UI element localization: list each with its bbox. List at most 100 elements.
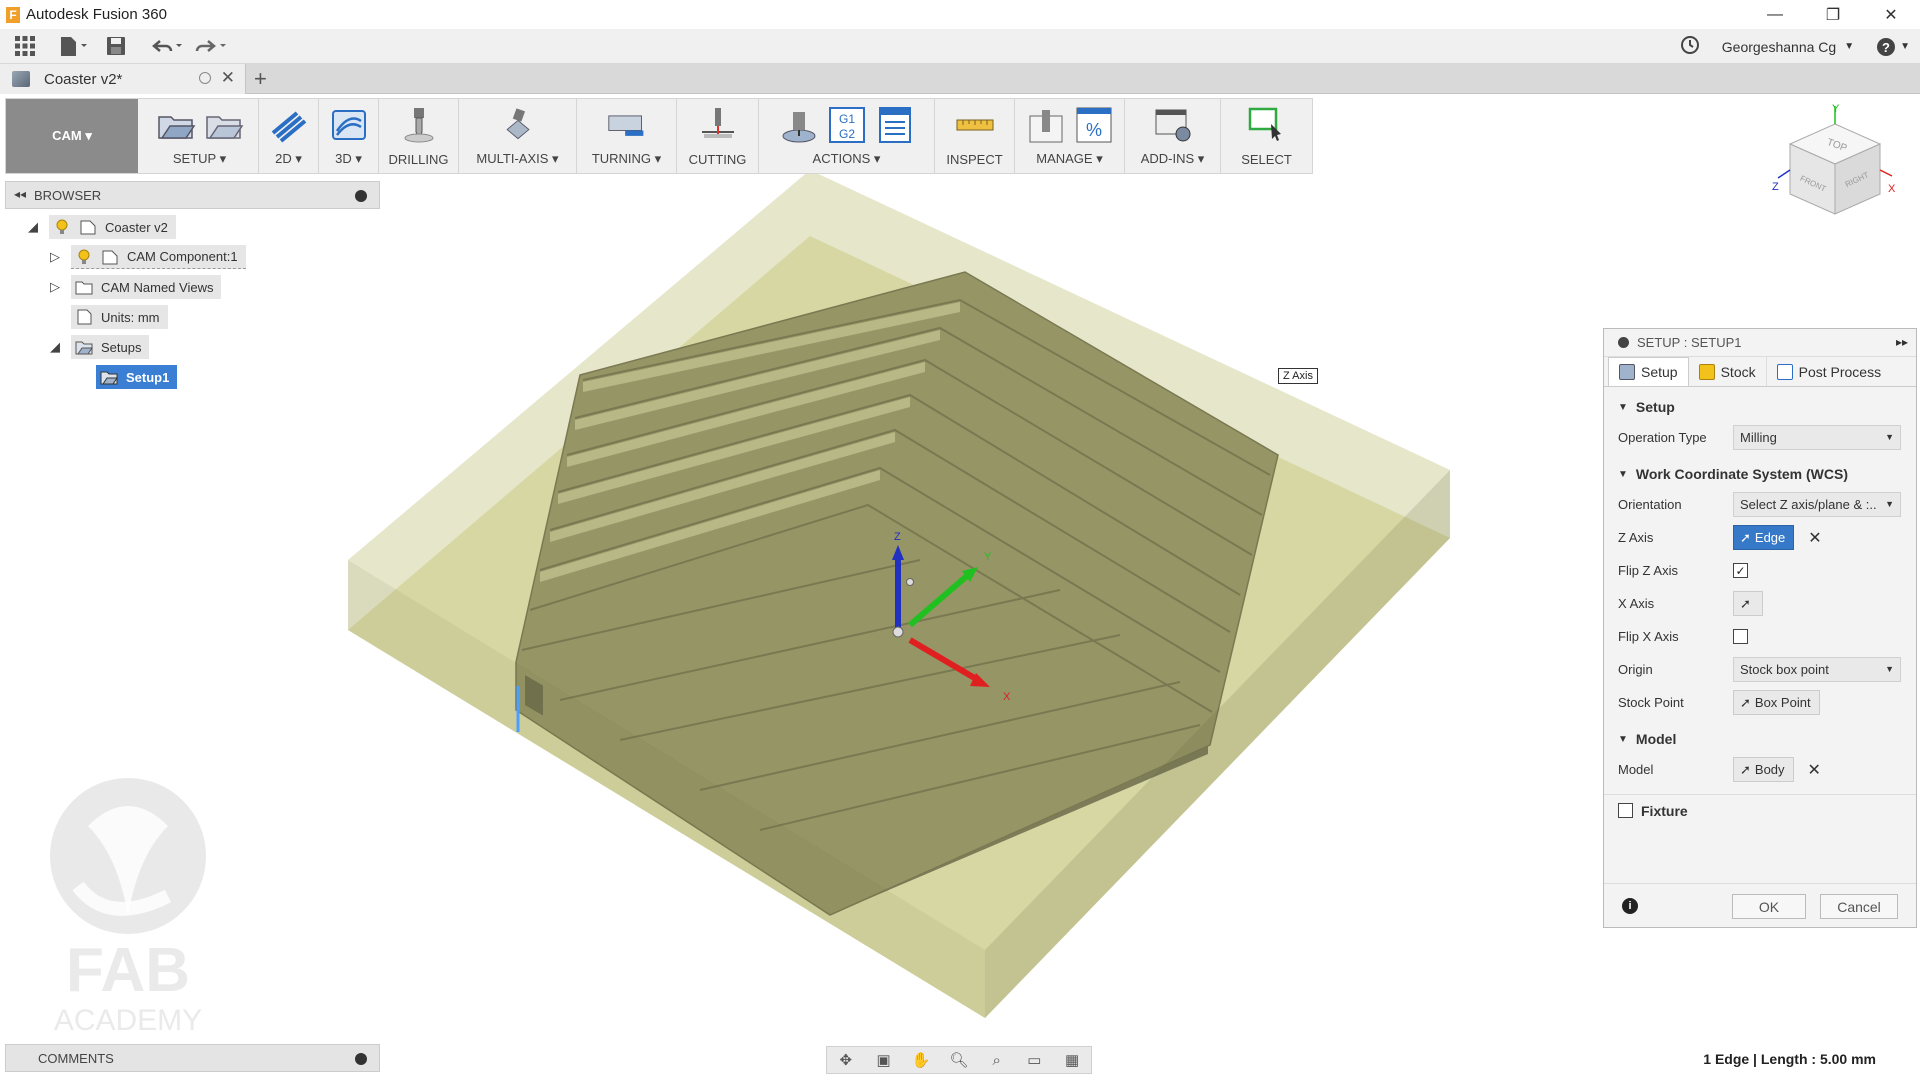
collapse-browser-icon[interactable]: ◂◂	[14, 187, 26, 201]
template-library-icon[interactable]: %	[1074, 105, 1114, 145]
2d-pocket-icon[interactable]	[269, 105, 309, 145]
simulate-icon[interactable]	[779, 105, 819, 145]
turning-icon[interactable]	[607, 105, 647, 145]
collapse-toggle-icon[interactable]: ◢	[25, 219, 41, 235]
clear-z-axis-icon[interactable]: ✕	[1808, 528, 1821, 548]
toolbar-group-inspect[interactable]: INSPECT	[935, 99, 1015, 173]
stock-point-select-button[interactable]: ➚ Box Point	[1733, 690, 1820, 715]
zoom-icon[interactable]: 🔍︎	[948, 1049, 970, 1071]
tree-item-units[interactable]: Units: mm	[63, 304, 168, 330]
viewcube[interactable]: TOP FRONT RIGHT Y X Z	[1770, 102, 1900, 232]
undo-icon[interactable]	[146, 29, 190, 64]
model-select-button[interactable]: ➚ Body	[1733, 757, 1794, 782]
scripts-addins-icon[interactable]	[1153, 105, 1193, 145]
cutting-icon[interactable]	[698, 105, 738, 145]
dialog-header[interactable]: SETUP : SETUP1 ▸▸	[1604, 329, 1916, 357]
close-window-button[interactable]: ✕	[1862, 0, 1920, 29]
section-model[interactable]: ▼ Model	[1604, 725, 1916, 753]
tree-item-setup1[interactable]: Setup1	[88, 364, 178, 390]
lightbulb-icon[interactable]	[53, 219, 71, 235]
look-at-icon[interactable]: ▣	[873, 1049, 895, 1071]
toolbar-group-2d[interactable]: 2D ▾	[259, 99, 319, 173]
toolbar-group-drilling[interactable]: DRILLING	[379, 99, 459, 173]
expand-toggle-icon[interactable]: ▷	[47, 249, 63, 265]
measure-icon[interactable]	[955, 105, 995, 145]
watermark-fab: FAB	[66, 936, 190, 1005]
browser-pin-icon[interactable]	[355, 190, 367, 202]
add-comment-icon[interactable]	[355, 1053, 367, 1065]
navigation-bar: ✥ ▣ ✋ 🔍︎ ⌕ ▭ ▦	[826, 1046, 1092, 1074]
fixture-checkbox[interactable]	[1618, 803, 1633, 818]
tree-item-named-views[interactable]: ▷ CAM Named Views	[47, 274, 222, 300]
toolbar-group-setup[interactable]: SETUP ▾	[141, 99, 259, 173]
setup-sheet-icon[interactable]	[875, 105, 915, 145]
lightbulb-icon[interactable]	[75, 249, 93, 265]
expand-toggle-icon[interactable]: ▷	[47, 279, 63, 295]
orbit-icon[interactable]: ✥	[835, 1049, 857, 1071]
workspace-switcher[interactable]: CAM ▾	[6, 99, 138, 173]
toolbar-group-select[interactable]: SELECT	[1221, 99, 1312, 173]
toolbar-group-cutting[interactable]: CUTTING	[677, 99, 759, 173]
user-menu[interactable]: Georgeshanna Cg ▼	[1722, 39, 1854, 55]
new-setup-icon[interactable]	[156, 105, 196, 145]
clear-model-icon[interactable]: ✕	[1808, 760, 1821, 780]
z-axis-select-button[interactable]: ➚ Edge	[1733, 525, 1795, 550]
section-title: Fixture	[1641, 802, 1688, 819]
flip-z-axis-checkbox[interactable]: ✓	[1733, 563, 1748, 578]
toolbar-group-add-ins[interactable]: ADD-INS ▾	[1125, 99, 1221, 173]
toolbar-group-manage[interactable]: % MANAGE ▾	[1015, 99, 1125, 173]
post-process-icon[interactable]: G1 G2	[827, 105, 867, 145]
dialog-expand-icon[interactable]: ▸▸	[1896, 335, 1908, 349]
new-tab-button[interactable]: +	[254, 66, 267, 92]
toolbar-group-actions[interactable]: G1 G2 ACTIONS ▾	[759, 99, 935, 173]
select-icon[interactable]	[1247, 105, 1287, 145]
document-tab[interactable]: Coaster v2* ✕	[0, 64, 246, 94]
tool-library-icon[interactable]	[1026, 105, 1066, 145]
origin-select[interactable]: Stock box point ▼	[1733, 657, 1901, 682]
flip-x-axis-checkbox[interactable]	[1733, 629, 1748, 644]
tree-item-cam-component[interactable]: ▷ CAM Component:1	[47, 244, 246, 270]
toolbar-group-3d[interactable]: 3D ▾	[319, 99, 379, 173]
comments-panel-header[interactable]: COMMENTS	[5, 1044, 380, 1072]
section-wcs[interactable]: ▼ Work Coordinate System (WCS)	[1604, 460, 1916, 488]
operation-type-select[interactable]: Milling ▼	[1733, 425, 1901, 450]
ok-button[interactable]: OK	[1732, 894, 1806, 919]
collapse-toggle-icon[interactable]: ◢	[47, 339, 63, 355]
new-folder-icon[interactable]	[204, 105, 244, 145]
tab-post-process[interactable]: Post Process	[1767, 357, 1891, 386]
help-menu[interactable]: ? ▼	[1876, 37, 1910, 57]
section-setup[interactable]: ▼ Setup	[1604, 393, 1916, 421]
job-status-icon[interactable]	[1680, 35, 1700, 58]
multi-axis-icon[interactable]	[498, 105, 538, 145]
fit-icon[interactable]: ⌕	[986, 1049, 1008, 1071]
orientation-select[interactable]: Select Z axis/plane & :.. ▼	[1733, 492, 1901, 517]
tree-item-coaster[interactable]: ◢ Coaster v2	[25, 214, 176, 240]
tree-item-setups[interactable]: ◢ Setups	[47, 334, 150, 360]
redo-icon[interactable]	[190, 29, 234, 64]
drill-icon[interactable]	[399, 105, 439, 145]
save-icon[interactable]	[96, 29, 136, 64]
x-axis-select-button[interactable]: ➚	[1733, 591, 1763, 616]
minimize-button[interactable]: —	[1746, 0, 1804, 29]
data-panel-grid-icon[interactable]	[0, 29, 50, 64]
toolbar-label-2d: 2D ▾	[275, 151, 302, 166]
display-settings-icon[interactable]: ▭	[1023, 1049, 1045, 1071]
section-fixture[interactable]: Fixture	[1604, 794, 1916, 822]
info-icon[interactable]: i	[1622, 898, 1638, 914]
browser-panel-header[interactable]: ◂◂ BROWSER	[5, 181, 380, 209]
toolbar-group-turning[interactable]: TURNING ▾	[577, 99, 677, 173]
tab-stock[interactable]: Stock	[1689, 357, 1767, 386]
grid-settings-icon[interactable]: ▦	[1061, 1049, 1083, 1071]
file-menu-icon[interactable]	[50, 29, 96, 64]
3d-adaptive-icon[interactable]	[329, 105, 369, 145]
restore-button[interactable]: ❐	[1804, 0, 1862, 29]
svg-text:G2: G2	[838, 127, 854, 141]
toolbar-group-multi-axis[interactable]: MULTI-AXIS ▾	[459, 99, 577, 173]
close-tab-icon[interactable]: ✕	[221, 68, 235, 88]
toolbar-label-drilling: DRILLING	[388, 152, 449, 167]
dialog-collapse-icon[interactable]	[1618, 337, 1629, 348]
stock-tab-icon	[1698, 363, 1715, 380]
pan-hand-icon[interactable]: ✋	[910, 1049, 932, 1071]
cancel-button[interactable]: Cancel	[1820, 894, 1898, 919]
tab-setup[interactable]: Setup	[1608, 357, 1689, 386]
